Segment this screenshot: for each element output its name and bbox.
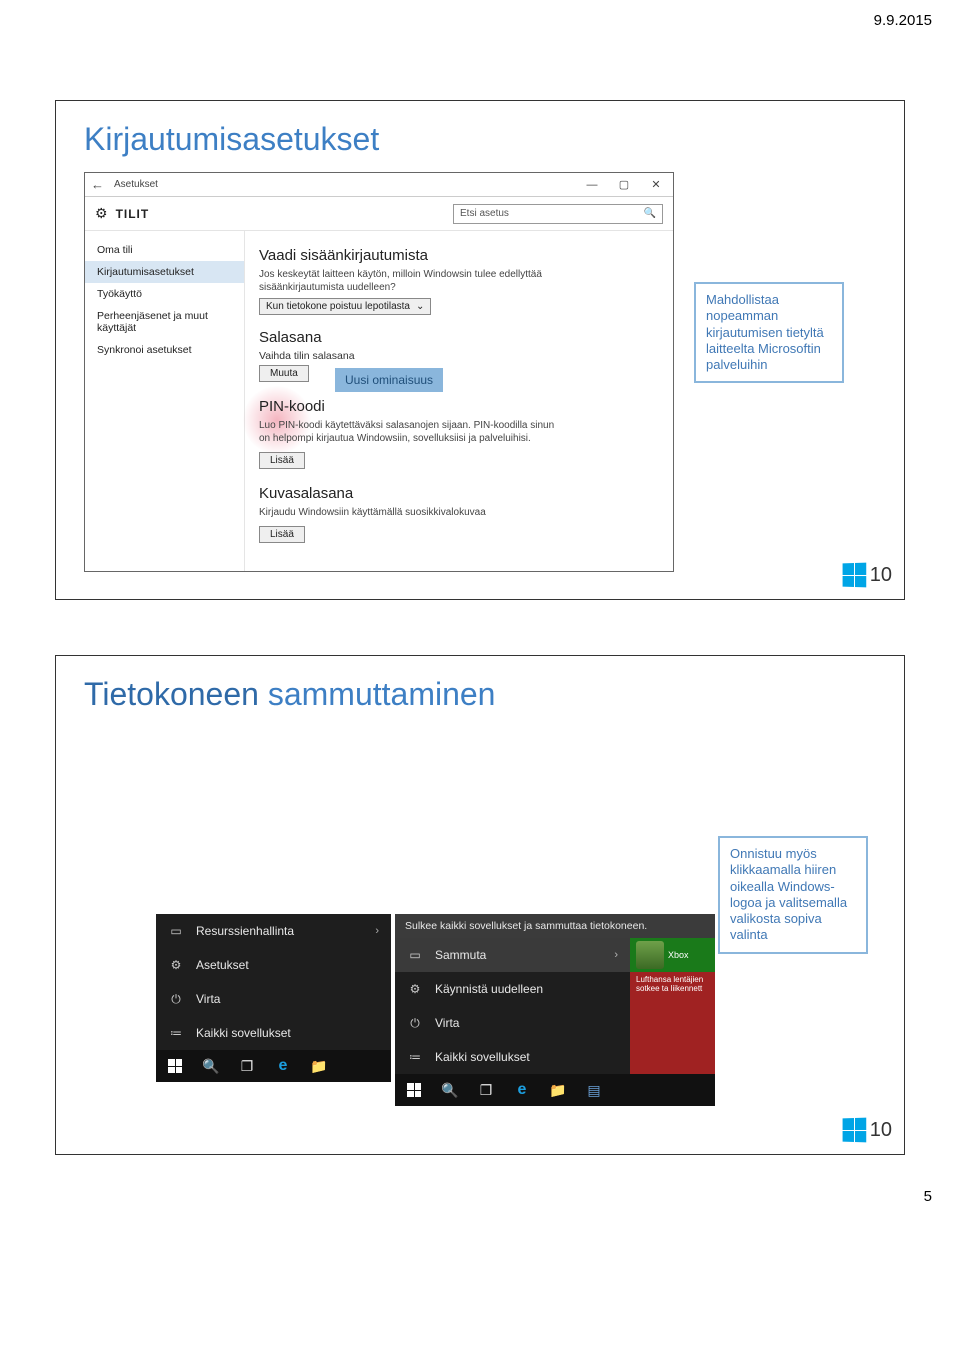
power-icon: ⏻ [168, 992, 184, 1007]
windows-icon [407, 1083, 421, 1097]
pin-desc: Luo PIN-koodi käytettäväksi salasanojen … [259, 419, 559, 445]
sidebar-item-sync[interactable]: Synkronoi asetukset [85, 339, 244, 361]
password-heading: Salasana [259, 329, 659, 346]
menu-item-shutdown[interactable]: ▭ Sammuta › [395, 938, 630, 972]
page-date: 9.9.2015 [874, 12, 932, 29]
window-title: Asetukset [114, 179, 158, 190]
sidebar-item-family[interactable]: Perheenjäsenet ja muut käyttäjät [85, 305, 244, 339]
picture-password-heading: Kuvasalasana [259, 485, 659, 502]
windows-icon [168, 1059, 182, 1073]
settings-sidebar: Oma tili Kirjautumisasetukset Työkäyttö … [85, 231, 245, 571]
list-icon: ≔ [168, 1026, 184, 1040]
add-pin-button[interactable]: Lisää [259, 452, 305, 469]
taskbar-explorer[interactable]: 📁 [541, 1076, 575, 1104]
slide-shutdown: Tietokoneen sammuttaminen ▭ Resurssienha… [55, 655, 905, 1155]
slide2-callout: Onnistuu myös klikkaamalla hiiren oikeal… [718, 836, 868, 954]
change-password-button[interactable]: Muuta [259, 365, 309, 382]
windows-icon [842, 563, 866, 588]
tile-xbox[interactable]: Xbox [630, 938, 715, 972]
start-panels: ▭ Resurssienhallinta › ⚙ Asetukset ⏻ Vir… [156, 914, 715, 1106]
page-number: 5 [924, 1188, 932, 1205]
tile-label: Xbox [668, 950, 689, 960]
back-button[interactable]: ← [91, 177, 104, 192]
taskbar-taskview[interactable]: ❐ [230, 1052, 264, 1080]
slide2-title-rest: sammuttaminen [259, 676, 496, 712]
start-button[interactable] [397, 1076, 431, 1104]
pin-heading: PIN-koodi [259, 398, 659, 415]
taskbar-right: 🔍 ❐ e 📁 ▤ [395, 1074, 715, 1106]
menu-item-power-2[interactable]: ⏻ Virta [395, 1006, 630, 1040]
password-sub: Vaihda tilin salasana [259, 350, 659, 362]
win10-text: 10 [870, 1119, 892, 1142]
start-panel-right: ▭ Sammuta › ⚙ Käynnistä uudelleen ⏻ Virt… [395, 938, 630, 1074]
taskbar-edge[interactable]: e [266, 1052, 300, 1080]
menu-item-power[interactable]: ⏻ Virta [156, 982, 391, 1016]
menu-label: Käynnistä uudelleen [435, 982, 543, 996]
taskbar-search[interactable]: 🔍 [433, 1076, 467, 1104]
slide2-title: Tietokoneen sammuttaminen [84, 676, 876, 713]
win10-text: 10 [870, 564, 892, 587]
gear-icon: ⚙ [407, 982, 423, 996]
slide-login-settings: Kirjautumisasetukset ← Asetukset — ▢ ✕ ⚙… [55, 100, 905, 600]
gear-icon: ⚙ [95, 205, 108, 222]
power-icon: ⏻ [407, 1016, 423, 1031]
slide1-title: Kirjautumisasetukset [84, 121, 876, 158]
menu-label: Sammuta [435, 948, 486, 962]
menu-label: Asetukset [196, 958, 249, 972]
slide1-callout: Mahdollistaa nopeamman kirjautumisen tie… [694, 282, 844, 383]
add-picture-password-button[interactable]: Lisää [259, 526, 305, 543]
maximize-button[interactable]: ▢ [613, 178, 635, 191]
menu-item-all-apps[interactable]: ≔ Kaikki sovellukset [156, 1016, 391, 1050]
menu-label: Resurssienhallinta [196, 924, 294, 938]
search-input[interactable]: Etsi asetus 🔍 [453, 204, 663, 224]
start-tiles: Xbox Lufthansa lentäjien sotkee ta liike… [630, 938, 715, 1074]
menu-label: Kaikki sovellukset [196, 1026, 291, 1040]
new-feature-label: Uusi ominaisuus [335, 368, 443, 392]
search-icon: 🔍 [644, 208, 656, 219]
menu-label: Virta [435, 1016, 459, 1030]
menu-label: Virta [196, 992, 220, 1006]
picture-password-desc: Kirjaudu Windowsiin käyttämällä suosikki… [259, 506, 559, 519]
sidebar-item-signin-options[interactable]: Kirjautumisasetukset [85, 261, 244, 283]
chevron-down-icon: ⌄ [416, 301, 424, 312]
win10-badge: 10 [842, 563, 892, 587]
taskbar-note[interactable]: ▤ [577, 1076, 611, 1104]
menu-item-restart[interactable]: ⚙ Käynnistä uudelleen [395, 972, 630, 1006]
avatar-icon [636, 941, 664, 969]
list-icon: ≔ [407, 1050, 423, 1064]
chevron-right-icon: › [375, 925, 379, 937]
start-button[interactable] [158, 1052, 192, 1080]
shutdown-tooltip: Sulkee kaikki sovellukset ja sammuttaa t… [395, 914, 715, 938]
menu-label: Kaikki sovellukset [435, 1050, 530, 1064]
explorer-icon: ▭ [168, 924, 184, 938]
sidebar-item-work[interactable]: Työkäyttö [85, 283, 244, 305]
taskbar-taskview[interactable]: ❐ [469, 1076, 503, 1104]
taskbar-left: 🔍 ❐ e 📁 [156, 1050, 391, 1082]
taskbar-search[interactable]: 🔍 [194, 1052, 228, 1080]
explorer-icon: ▭ [407, 948, 423, 962]
windows-icon [842, 1118, 866, 1143]
sidebar-item-own-account[interactable]: Oma tili [85, 239, 244, 261]
minimize-button[interactable]: — [581, 179, 603, 191]
menu-item-all-apps-2[interactable]: ≔ Kaikki sovellukset [395, 1040, 630, 1074]
close-button[interactable]: ✕ [645, 178, 667, 191]
chevron-right-icon: › [614, 949, 618, 961]
require-signin-select[interactable]: Kun tietokone poistuu lepotilasta ⌄ [259, 298, 431, 315]
taskbar-edge[interactable]: e [505, 1076, 539, 1104]
settings-window: ← Asetukset — ▢ ✕ ⚙ TILIT Etsi asetus 🔍 [84, 172, 674, 572]
menu-item-explorer[interactable]: ▭ Resurssienhallinta › [156, 914, 391, 948]
win10-badge: 10 [842, 1118, 892, 1142]
window-titlebar: ← Asetukset — ▢ ✕ [85, 173, 673, 197]
taskbar-explorer[interactable]: 📁 [302, 1052, 336, 1080]
slide2-title-accent: Tietokoneen [84, 676, 259, 712]
settings-content: Vaadi sisäänkirjautumista Jos keskeytät … [245, 231, 673, 571]
menu-item-settings[interactable]: ⚙ Asetukset [156, 948, 391, 982]
tile-news[interactable]: Lufthansa lentäjien sotkee ta liikennett [630, 972, 715, 1074]
require-signin-heading: Vaadi sisäänkirjautumista [259, 247, 659, 264]
start-panel-left: ▭ Resurssienhallinta › ⚙ Asetukset ⏻ Vir… [156, 914, 391, 1050]
require-signin-desc: Jos keskeytät laitteen käytön, milloin W… [259, 268, 559, 294]
gear-icon: ⚙ [168, 958, 184, 972]
search-placeholder: Etsi asetus [460, 208, 509, 219]
accounts-heading: TILIT [116, 207, 150, 221]
